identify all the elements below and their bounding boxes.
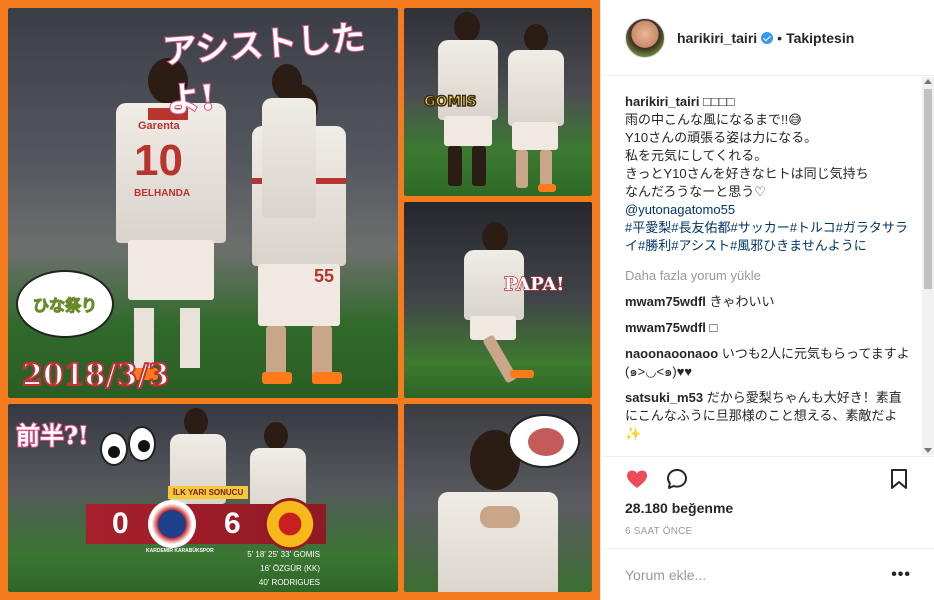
scorer-line-2: 16' ÖZGÜR (KK) xyxy=(260,564,320,573)
speech-bubble: ひな祭り xyxy=(16,270,114,338)
caption-line-2: Y10さんの頑張る姿は力になる。 xyxy=(625,130,818,145)
save-bookmark-icon[interactable] xyxy=(887,467,911,491)
likes-count[interactable]: 28.180 beğenme xyxy=(625,500,733,516)
comment-username[interactable]: mwam75wdfl xyxy=(625,294,706,309)
comment-bubble-icon[interactable] xyxy=(665,467,689,491)
scorer-line-3: 40' RODRIGUES xyxy=(258,578,320,587)
away-score: 6 xyxy=(224,507,241,540)
add-comment-bar: ••• xyxy=(601,548,934,600)
comment-input[interactable] xyxy=(625,566,892,583)
comments-list[interactable]: harikiri_tairi □□□□ 雨の中こんな風になるまで!!😅 Y10さ… xyxy=(601,77,934,455)
jersey-sponsor: Garenta xyxy=(138,120,180,132)
caption-line-5: なんだろうなーと思う♡ xyxy=(625,184,766,199)
post-side-panel: harikiri_tairi • Takiptesin harikiri_tai… xyxy=(600,0,934,600)
gomis-label: GOMIS xyxy=(423,93,477,111)
verified-badge-icon xyxy=(761,31,774,44)
jersey-name: BELHANDA xyxy=(134,188,191,199)
more-options-icon[interactable]: ••• xyxy=(891,566,911,584)
comment-username[interactable]: naoonaoonaoo xyxy=(625,346,718,361)
date-text: 2018/3/3 xyxy=(21,357,170,394)
home-team-name: KARDEMIR KARABÜKSPOR xyxy=(146,548,214,554)
post-image-collage[interactable]: Garenta 10 BELHANDA 55 アシストしたよ! ひな祭り 201… xyxy=(0,0,600,600)
header-username[interactable]: harikiri_tairi xyxy=(677,30,757,46)
scroll-down-arrow-icon[interactable] xyxy=(924,448,932,453)
halftime-label: İLK YARI SONUCU xyxy=(168,486,249,499)
speech-text: ひな祭り xyxy=(32,296,97,316)
likes-label: beğenme xyxy=(671,500,734,516)
post-header: harikiri_tairi • Takiptesin xyxy=(601,0,934,76)
halftime-photo-panel: 前半?! İLK YARI SONUCU 0 6 KARDEMIR KARABÜ… xyxy=(8,404,398,592)
kick-photo-panel: PAPA! xyxy=(404,202,592,398)
first-half-title: 前半?! xyxy=(15,420,90,451)
caption-line-3: 私を元気にしてくれる。 xyxy=(625,148,768,163)
papa-label: PAPA! xyxy=(503,273,565,296)
follow-status-button[interactable]: Takiptesin xyxy=(786,30,854,46)
scroll-up-arrow-icon[interactable] xyxy=(924,79,932,84)
comment-username[interactable]: satsuki_m53 xyxy=(625,390,703,405)
player-nagatomo-2 xyxy=(504,24,568,196)
scrollbar-thumb[interactable] xyxy=(924,89,932,289)
gomis-photo-panel: GOMIS xyxy=(404,8,592,196)
caption-line-1: 雨の中こんな風になるまで!!😅 xyxy=(625,112,802,127)
comment-username[interactable]: mwam75wdfl xyxy=(625,320,706,335)
thought-bubble xyxy=(508,414,580,468)
main-photo-panel: Garenta 10 BELHANDA 55 アシストしたよ! ひな祭り 201… xyxy=(8,8,398,398)
load-more-comments-link[interactable]: Daha fazla yorum yükle xyxy=(625,267,911,285)
caption-mention-link[interactable]: @yutonagatomo55 xyxy=(625,201,911,219)
caption-line-4: きっとY10さんを好きなヒトは同じ気持ち xyxy=(625,166,869,181)
separator-dot: • xyxy=(777,29,783,46)
home-score: 0 xyxy=(112,507,129,540)
hand-on-heart-photo-panel xyxy=(404,404,592,592)
comment-item: mwam75wdfl きゃわいい xyxy=(625,293,911,311)
comment-text: きゃわいい xyxy=(709,294,775,309)
galatasaray-crest xyxy=(264,498,316,550)
main-title: アシストしたよ! xyxy=(160,17,367,122)
jersey-number-10: 10 xyxy=(134,136,183,185)
comment-item: naoonaoonaoo いつも2人に元気もらってますよ(๑>◡<๑)♥♥ xyxy=(625,345,911,381)
action-bar xyxy=(601,456,934,500)
caption-username[interactable]: harikiri_tairi xyxy=(625,94,699,109)
caption-line-0: □□□□ xyxy=(703,94,735,109)
caption-hashtags[interactable]: #平愛梨#長友佑都#サッカー#トルコ#ガラタサライ#勝利#アシスト#風邪ひきませ… xyxy=(625,219,911,255)
comments-scrollbar[interactable] xyxy=(922,77,934,455)
scorer-line-1: 5' 18' 25' 33' GOMIS xyxy=(247,550,320,559)
avatar[interactable] xyxy=(625,17,665,58)
score-banner: 0 6 xyxy=(86,498,326,550)
caption: harikiri_tairi □□□□ 雨の中こんな風になるまで!!😅 Y10さ… xyxy=(625,93,911,255)
player-kicking xyxy=(434,222,554,392)
comment-item: satsuki_m53 だから愛梨ちゃんも大好き！素直にこんなふうに旦那様のこと… xyxy=(625,389,911,443)
comment-text: □ xyxy=(709,320,718,335)
comment-item: mwam75wdfl □ xyxy=(625,319,911,337)
likes-number: 28.180 xyxy=(625,500,668,516)
like-heart-icon[interactable] xyxy=(625,467,649,491)
karabukspor-crest xyxy=(148,500,196,548)
post-timestamp: 6 SAAT ÖNCE xyxy=(625,526,693,537)
